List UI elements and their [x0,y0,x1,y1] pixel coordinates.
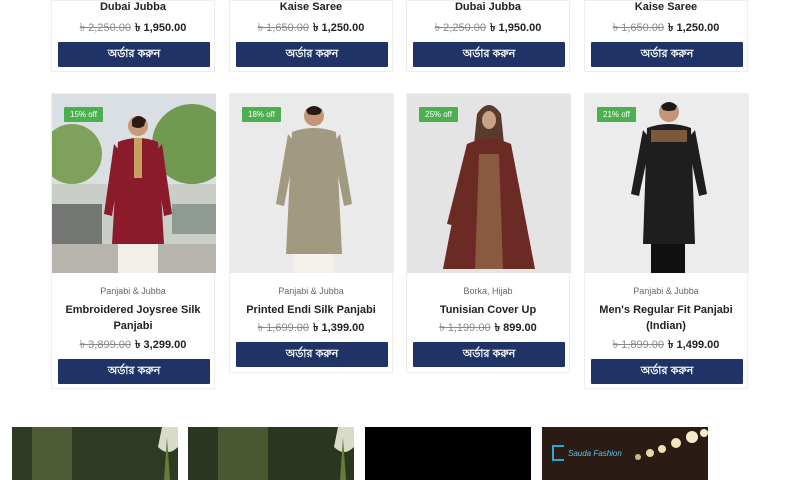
product-price: ৳ 1,650.00 ৳ 1,250.00 [230,19,392,38]
sale-price: ৳ 1,250.00 [668,22,720,34]
old-price: ৳ 1,650.00 [257,22,309,34]
old-price: ৳ 1,699.00 [257,322,309,334]
product-name[interactable]: Dubai Jubba [52,1,214,13]
product-image[interactable]: 15% off [52,94,216,273]
product-price: ৳ 1,650.00 ৳ 1,250.00 [585,19,747,38]
promo-banner[interactable] [12,427,178,480]
sale-price: ৳ 1,950.00 [490,22,542,34]
product-card: 18% off Panjabi & Jubba Printed Endi Sil… [229,93,394,373]
old-price: ৳ 2,250.00 [79,22,131,34]
product-category[interactable]: Panjabi & Jubba [585,286,747,296]
product-price: ৳ 1,899.00 ৳ 1,499.00 [585,336,747,355]
product-name[interactable]: Embroidered Joysree Silk Panjabi [60,302,206,334]
promo-banner[interactable]: Sauda Fashion [542,427,708,480]
product-category[interactable]: Panjabi & Jubba [52,286,214,296]
order-button[interactable]: অর্ডার করুন [236,342,388,367]
old-price: ৳ 2,250.00 [434,22,486,34]
product-name[interactable]: Kaise Saree [585,1,747,13]
product-price: ৳ 1,699.00 ৳ 1,399.00 [230,319,392,338]
product-category[interactable]: Panjabi & Jubba [230,286,392,296]
order-button[interactable]: অর্ডার করুন [58,359,210,384]
logo-icon [552,445,564,461]
promo-banner[interactable] [365,427,531,480]
sale-price: ৳ 1,399.00 [313,322,365,334]
product-name[interactable]: Printed Endi Silk Panjabi [238,302,384,318]
product-image[interactable]: 21% off [585,94,749,273]
product-card: Kaise Saree ৳ 1,650.00 ৳ 1,250.00 অর্ডার … [584,0,748,72]
brand-logo[interactable]: Sauda Fashion [552,445,622,461]
product-name[interactable]: Tunisian Cover Up [415,302,561,318]
product-category[interactable]: Borka, Hijab [407,286,569,296]
product-name[interactable]: Men's Regular Fit Panjabi (Indian) [593,302,739,334]
product-card: Kaise Saree ৳ 1,650.00 ৳ 1,250.00 অর্ডার … [229,0,393,72]
product-name[interactable]: Kaise Saree [230,1,392,13]
product-image[interactable]: 25% off [407,94,571,273]
order-button[interactable]: অর্ডার করুন [591,359,743,384]
order-button[interactable]: অর্ডার করুন [413,342,565,367]
promo-banner[interactable] [188,427,354,480]
order-button[interactable]: অর্ডার করুন [413,42,565,67]
sale-price: ৳ 1,250.00 [313,22,365,34]
old-price: ৳ 1,899.00 [612,339,664,351]
discount-badge: 18% off [242,107,281,122]
product-image[interactable]: 18% off [230,94,394,273]
old-price: ৳ 3,899.00 [79,339,131,351]
old-price: ৳ 1,199.00 [439,322,491,334]
product-price: ৳ 3,899.00 ৳ 3,299.00 [52,336,214,355]
product-card: Dubai Jubba ৳ 2,250.00 ৳ 1,950.00 অর্ডার … [406,0,570,72]
product-price: ৳ 2,250.00 ৳ 1,950.00 [52,19,214,38]
order-button[interactable]: অর্ডার করুন [236,42,388,67]
discount-badge: 25% off [419,107,458,122]
sale-price: ৳ 3,299.00 [135,339,187,351]
product-card: 21% off Panjabi & Jubba Men's Regular Fi… [584,93,749,389]
product-card: Dubai Jubba ৳ 2,250.00 ৳ 1,950.00 অর্ডার … [51,0,215,72]
logo-text: Sauda Fashion [568,448,622,458]
sale-price: ৳ 1,950.00 [135,22,187,34]
product-name[interactable]: Dubai Jubba [407,1,569,13]
sale-price: ৳ 1,499.00 [668,339,720,351]
discount-badge: 21% off [597,107,636,122]
order-button[interactable]: অর্ডার করুন [591,42,743,67]
old-price: ৳ 1,650.00 [612,22,664,34]
product-card: 25% off Borka, Hijab Tunisian Cover Up ৳… [406,93,571,373]
product-card: 15% off Panjabi & Jubba Embroidered Joys… [51,93,216,389]
sale-price: ৳ 899.00 [494,322,537,334]
product-price: ৳ 2,250.00 ৳ 1,950.00 [407,19,569,38]
order-button[interactable]: অর্ডার করুন [58,42,210,67]
product-price: ৳ 1,199.00 ৳ 899.00 [407,319,569,338]
discount-badge: 15% off [64,107,103,122]
